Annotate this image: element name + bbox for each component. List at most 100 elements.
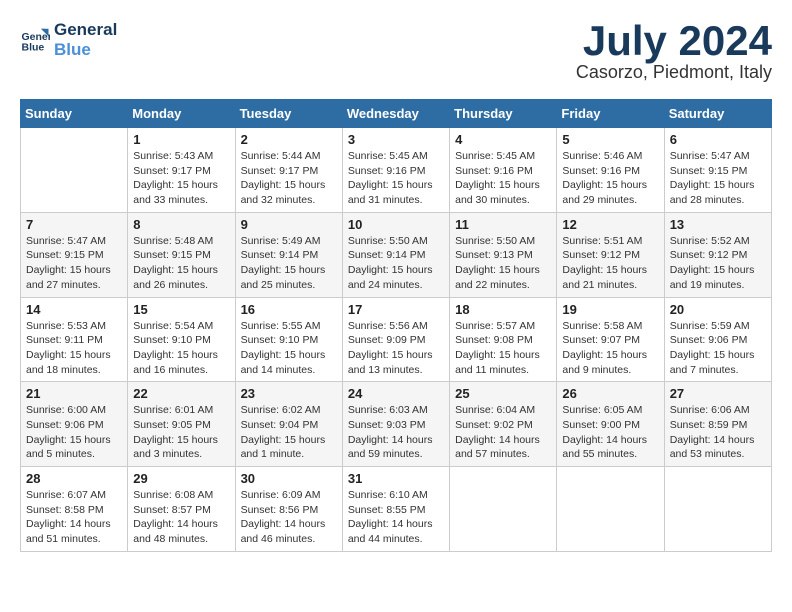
calendar-cell: 20Sunrise: 5:59 AM Sunset: 9:06 PM Dayli… xyxy=(664,297,771,382)
calendar-cell: 19 Sunrise: 5:58 AM Sunset: 9:07 PM Dayli… xyxy=(557,297,664,382)
week-row-3: 14 Sunrise: 5:53 AM Sunset: 9:11 PM Dayli… xyxy=(21,297,772,382)
calendar-cell xyxy=(21,128,128,213)
calendar-cell: 22 Sunrise: 6:01 AM Sunset: 9:05 PM Dayli… xyxy=(128,382,235,467)
header-row: SundayMondayTuesdayWednesdayThursdayFrid… xyxy=(21,100,772,128)
day-info: Sunrise: 5:47 AM Sunset: 9:15 PM Dayligh… xyxy=(26,234,122,293)
day-info: Sunrise: 5:54 AM Sunset: 9:10 PM Dayligh… xyxy=(133,319,229,378)
day-info: Sunrise: 5:51 AM Sunset: 9:12 PM Dayligh… xyxy=(562,234,658,293)
day-number: 9 xyxy=(241,217,337,232)
calendar-cell: 6 Sunrise: 5:47 AM Sunset: 9:15 PM Daylig… xyxy=(664,128,771,213)
day-number: 7 xyxy=(26,217,122,232)
day-info: Sunrise: 5:57 AM Sunset: 9:08 PM Dayligh… xyxy=(455,319,551,378)
calendar-cell: 17 Sunrise: 5:56 AM Sunset: 9:09 PM Dayli… xyxy=(342,297,449,382)
day-number: 2 xyxy=(241,132,337,147)
day-number: 24 xyxy=(348,386,444,401)
calendar-title: July 2024 xyxy=(576,20,772,62)
calendar-cell: 26 Sunrise: 6:05 AM Sunset: 9:00 PM Dayli… xyxy=(557,382,664,467)
calendar-table: SundayMondayTuesdayWednesdayThursdayFrid… xyxy=(20,99,772,552)
day-number: 6 xyxy=(670,132,766,147)
day-info: Sunrise: 5:43 AM Sunset: 9:17 PM Dayligh… xyxy=(133,149,229,208)
header-cell-wednesday: Wednesday xyxy=(342,100,449,128)
day-number: 18 xyxy=(455,302,551,317)
calendar-cell xyxy=(450,467,557,552)
day-number: 5 xyxy=(562,132,658,147)
calendar-cell: 15Sunrise: 5:54 AM Sunset: 9:10 PM Dayli… xyxy=(128,297,235,382)
day-number: 25 xyxy=(455,386,551,401)
day-number: 1 xyxy=(133,132,229,147)
calendar-cell: 11 Sunrise: 5:50 AM Sunset: 9:13 PM Dayli… xyxy=(450,212,557,297)
week-row-5: 28 Sunrise: 6:07 AM Sunset: 8:58 PM Dayli… xyxy=(21,467,772,552)
calendar-cell xyxy=(557,467,664,552)
day-number: 27 xyxy=(670,386,766,401)
day-number: 31 xyxy=(348,471,444,486)
day-info: Sunrise: 5:52 AM Sunset: 9:12 PM Dayligh… xyxy=(670,234,766,293)
logo-icon: General Blue xyxy=(20,25,50,55)
day-number: 16 xyxy=(241,302,337,317)
calendar-cell: 3Sunrise: 5:45 AM Sunset: 9:16 PM Daylig… xyxy=(342,128,449,213)
day-info: Sunrise: 6:03 AM Sunset: 9:03 PM Dayligh… xyxy=(348,403,444,462)
calendar-cell: 23Sunrise: 6:02 AM Sunset: 9:04 PM Dayli… xyxy=(235,382,342,467)
day-info: Sunrise: 5:55 AM Sunset: 9:10 PM Dayligh… xyxy=(241,319,337,378)
day-info: Sunrise: 5:56 AM Sunset: 9:09 PM Dayligh… xyxy=(348,319,444,378)
day-info: Sunrise: 5:59 AM Sunset: 9:06 PM Dayligh… xyxy=(670,319,766,378)
calendar-cell: 1 Sunrise: 5:43 AM Sunset: 9:17 PM Daylig… xyxy=(128,128,235,213)
day-info: Sunrise: 6:01 AM Sunset: 9:05 PM Dayligh… xyxy=(133,403,229,462)
day-info: Sunrise: 5:58 AM Sunset: 9:07 PM Dayligh… xyxy=(562,319,658,378)
day-info: Sunrise: 5:45 AM Sunset: 9:16 PM Dayligh… xyxy=(455,149,551,208)
day-info: Sunrise: 6:07 AM Sunset: 8:58 PM Dayligh… xyxy=(26,488,122,547)
calendar-cell: 10 Sunrise: 5:50 AM Sunset: 9:14 PM Dayli… xyxy=(342,212,449,297)
day-number: 29 xyxy=(133,471,229,486)
calendar-cell: 31 Sunrise: 6:10 AM Sunset: 8:55 PM Dayli… xyxy=(342,467,449,552)
day-number: 23 xyxy=(241,386,337,401)
day-number: 14 xyxy=(26,302,122,317)
day-number: 17 xyxy=(348,302,444,317)
calendar-cell: 30Sunrise: 6:09 AM Sunset: 8:56 PM Dayli… xyxy=(235,467,342,552)
day-info: Sunrise: 5:49 AM Sunset: 9:14 PM Dayligh… xyxy=(241,234,337,293)
logo-line1: General xyxy=(54,20,117,40)
day-number: 19 xyxy=(562,302,658,317)
header-cell-monday: Monday xyxy=(128,100,235,128)
calendar-cell: 4Sunrise: 5:45 AM Sunset: 9:16 PM Daylig… xyxy=(450,128,557,213)
calendar-header: SundayMondayTuesdayWednesdayThursdayFrid… xyxy=(21,100,772,128)
day-info: Sunrise: 6:04 AM Sunset: 9:02 PM Dayligh… xyxy=(455,403,551,462)
day-number: 10 xyxy=(348,217,444,232)
header-cell-sunday: Sunday xyxy=(21,100,128,128)
header-cell-saturday: Saturday xyxy=(664,100,771,128)
header-cell-thursday: Thursday xyxy=(450,100,557,128)
calendar-cell: 13 Sunrise: 5:52 AM Sunset: 9:12 PM Dayli… xyxy=(664,212,771,297)
day-info: Sunrise: 6:08 AM Sunset: 8:57 PM Dayligh… xyxy=(133,488,229,547)
week-row-2: 7 Sunrise: 5:47 AM Sunset: 9:15 PM Daylig… xyxy=(21,212,772,297)
title-area: July 2024 Casorzo, Piedmont, Italy xyxy=(576,20,772,83)
header-cell-tuesday: Tuesday xyxy=(235,100,342,128)
day-number: 13 xyxy=(670,217,766,232)
calendar-cell: 21Sunrise: 6:00 AM Sunset: 9:06 PM Dayli… xyxy=(21,382,128,467)
logo: General Blue General Blue xyxy=(20,20,117,59)
day-number: 8 xyxy=(133,217,229,232)
svg-text:Blue: Blue xyxy=(22,41,45,53)
day-info: Sunrise: 5:47 AM Sunset: 9:15 PM Dayligh… xyxy=(670,149,766,208)
calendar-cell xyxy=(664,467,771,552)
calendar-cell: 12Sunrise: 5:51 AM Sunset: 9:12 PM Dayli… xyxy=(557,212,664,297)
day-number: 26 xyxy=(562,386,658,401)
calendar-cell: 29 Sunrise: 6:08 AM Sunset: 8:57 PM Dayli… xyxy=(128,467,235,552)
calendar-subtitle: Casorzo, Piedmont, Italy xyxy=(576,62,772,83)
day-info: Sunrise: 5:48 AM Sunset: 9:15 PM Dayligh… xyxy=(133,234,229,293)
week-row-4: 21Sunrise: 6:00 AM Sunset: 9:06 PM Dayli… xyxy=(21,382,772,467)
calendar-cell: 28 Sunrise: 6:07 AM Sunset: 8:58 PM Dayli… xyxy=(21,467,128,552)
day-number: 11 xyxy=(455,217,551,232)
day-info: Sunrise: 6:10 AM Sunset: 8:55 PM Dayligh… xyxy=(348,488,444,547)
day-info: Sunrise: 5:53 AM Sunset: 9:11 PM Dayligh… xyxy=(26,319,122,378)
day-info: Sunrise: 6:05 AM Sunset: 9:00 PM Dayligh… xyxy=(562,403,658,462)
calendar-cell: 27 Sunrise: 6:06 AM Sunset: 8:59 PM Dayli… xyxy=(664,382,771,467)
day-info: Sunrise: 5:50 AM Sunset: 9:14 PM Dayligh… xyxy=(348,234,444,293)
day-number: 22 xyxy=(133,386,229,401)
day-info: Sunrise: 6:00 AM Sunset: 9:06 PM Dayligh… xyxy=(26,403,122,462)
calendar-cell: 16 Sunrise: 5:55 AM Sunset: 9:10 PM Dayli… xyxy=(235,297,342,382)
week-row-1: 1 Sunrise: 5:43 AM Sunset: 9:17 PM Daylig… xyxy=(21,128,772,213)
day-info: Sunrise: 6:09 AM Sunset: 8:56 PM Dayligh… xyxy=(241,488,337,547)
day-number: 28 xyxy=(26,471,122,486)
day-info: Sunrise: 5:50 AM Sunset: 9:13 PM Dayligh… xyxy=(455,234,551,293)
day-info: Sunrise: 6:06 AM Sunset: 8:59 PM Dayligh… xyxy=(670,403,766,462)
calendar-cell: 8 Sunrise: 5:48 AM Sunset: 9:15 PM Daylig… xyxy=(128,212,235,297)
calendar-cell: 18 Sunrise: 5:57 AM Sunset: 9:08 PM Dayli… xyxy=(450,297,557,382)
